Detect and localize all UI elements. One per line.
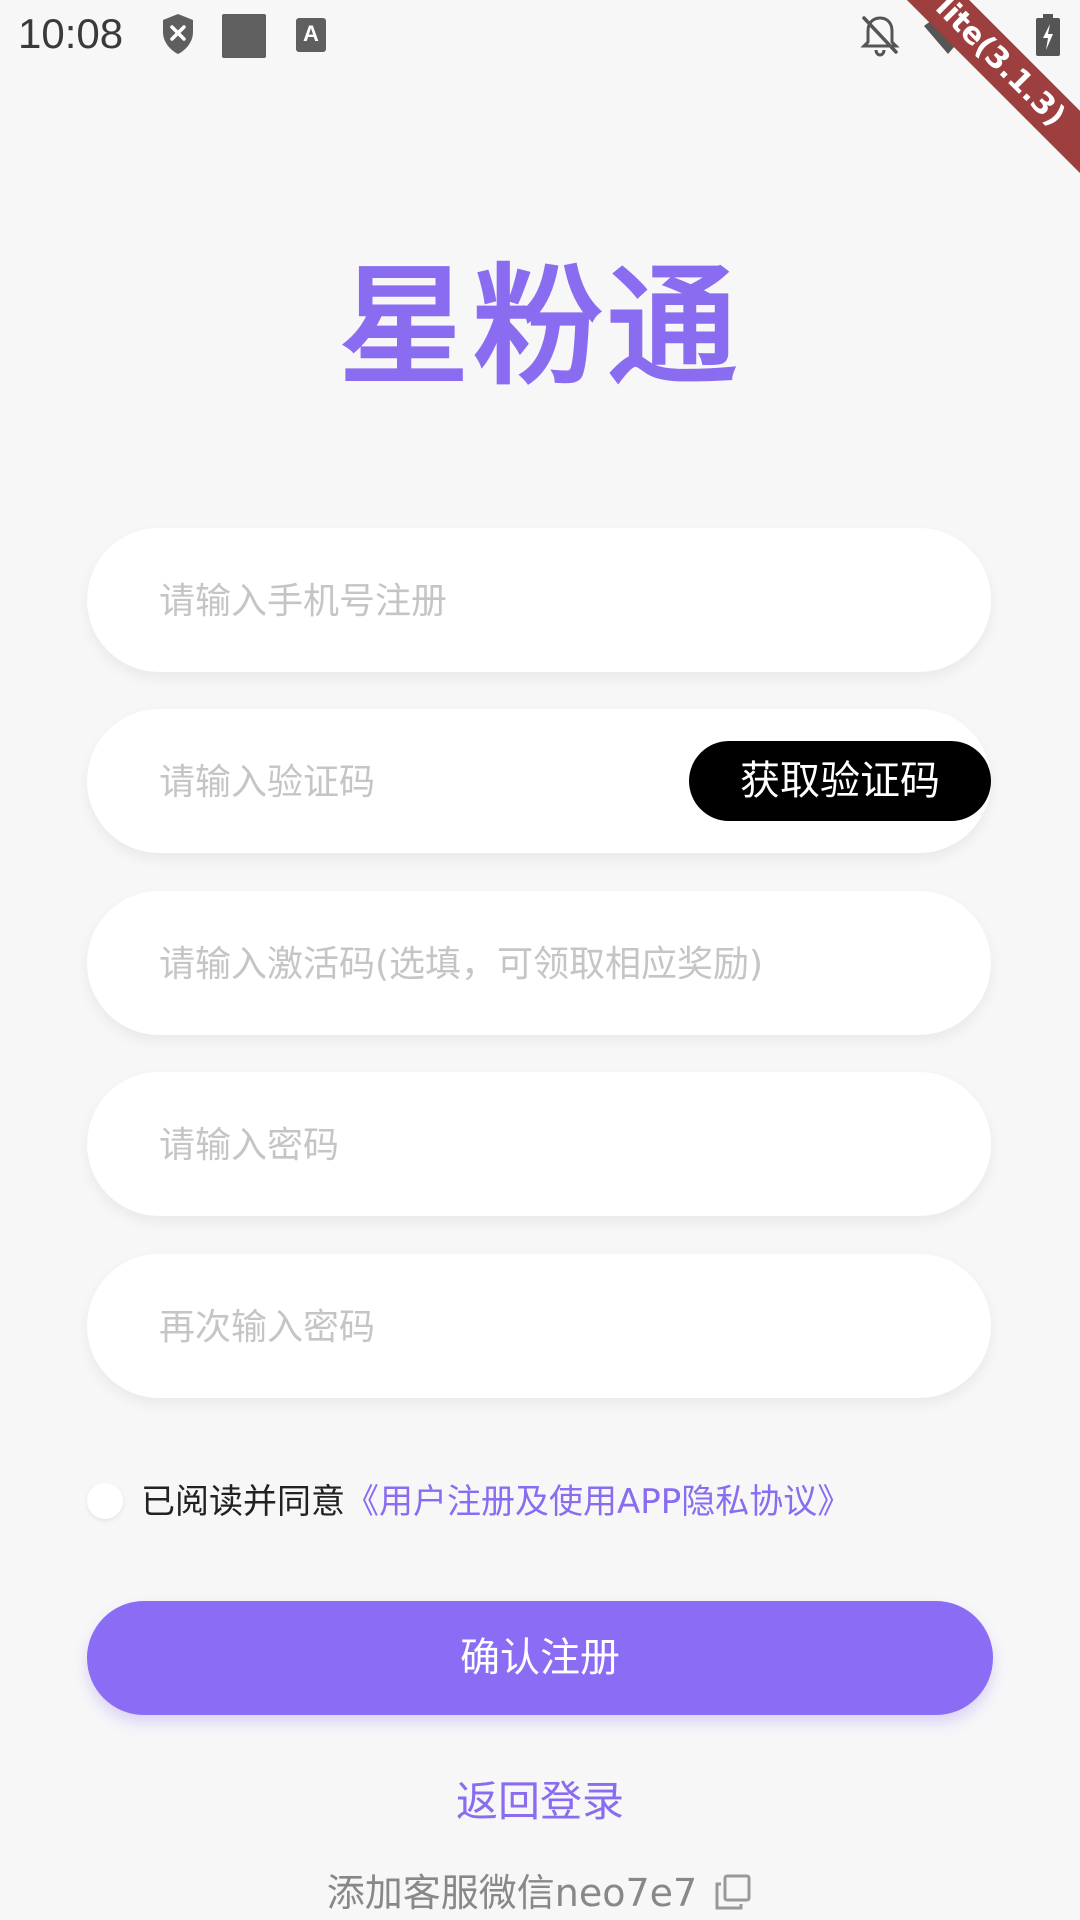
password-field <box>87 1072 991 1218</box>
back-to-login-link[interactable]: 返回登录 <box>0 1768 1080 1829</box>
confirm-register-button[interactable]: 确认注册 <box>87 1601 993 1715</box>
register-screen: 10:08 A lite(3.1.3) 星粉通 获取验证码 <box>0 0 1080 1920</box>
app-logo: 星粉通 <box>338 251 741 403</box>
agreement-row: 已阅读并同意《用户注册及使用APP隐私协议》 <box>87 1480 1007 1524</box>
phone-input[interactable] <box>157 528 781 674</box>
shield-x-icon <box>163 14 193 54</box>
privacy-agreement-link[interactable]: 《用户注册及使用APP隐私协议》 <box>345 1482 851 1522</box>
square-icon <box>222 14 266 58</box>
battery-icon <box>1036 14 1060 56</box>
get-code-button[interactable]: 获取验证码 <box>689 741 991 821</box>
agreement-checkbox[interactable] <box>87 1483 123 1519</box>
password-input[interactable] <box>157 1072 781 1218</box>
activation-code-field <box>87 891 991 1037</box>
confirm-password-input[interactable] <box>157 1254 781 1400</box>
status-time: 10:08 <box>18 10 124 57</box>
agreement-text: 已阅读并同意《用户注册及使用APP隐私协议》 <box>141 1480 851 1524</box>
activation-code-input[interactable] <box>157 891 961 1037</box>
agreement-prefix: 已阅读并同意 <box>141 1482 345 1522</box>
verification-code-field: 获取验证码 <box>87 709 991 855</box>
phone-field <box>87 528 991 674</box>
copy-icon[interactable] <box>713 1872 753 1912</box>
confirm-password-field <box>87 1254 991 1400</box>
customer-service-wechat: 添加客服微信neo7e7 <box>0 1862 1080 1917</box>
font-icon: A <box>296 18 326 52</box>
bell-off-icon <box>860 16 900 57</box>
wechat-label: 添加客服微信neo7e7 <box>326 1871 698 1915</box>
verification-code-input[interactable] <box>157 709 721 855</box>
